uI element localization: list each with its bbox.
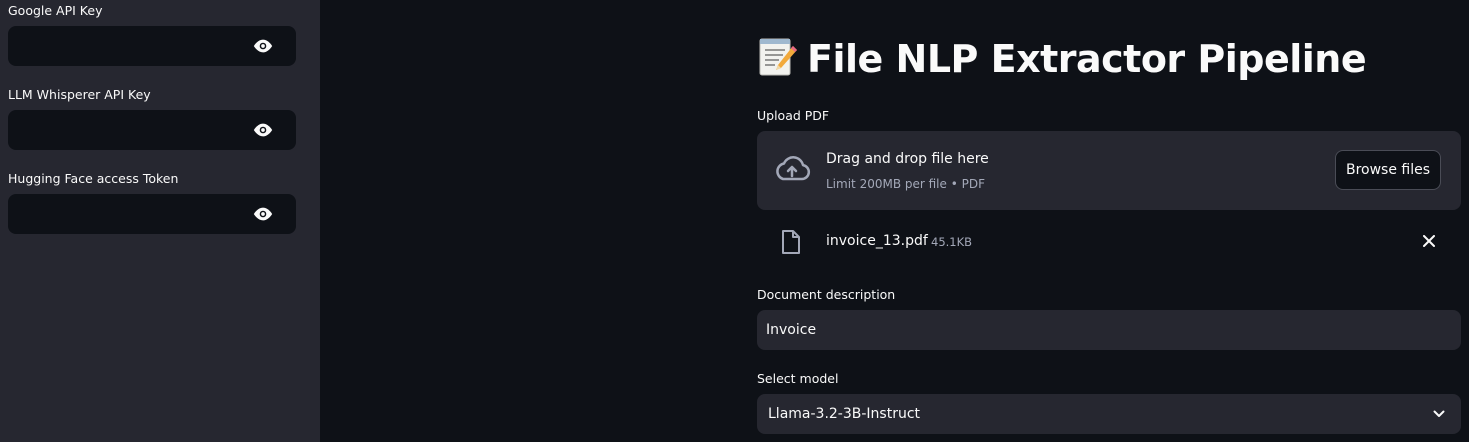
dropzone-subtitle: Limit 200MB per file • PDF bbox=[826, 177, 985, 191]
dropzone-title: Drag and drop file here bbox=[826, 151, 989, 167]
page-title-text: File NLP Extractor Pipeline bbox=[807, 37, 1367, 81]
page-title: File NLP Extractor Pipeline bbox=[757, 34, 1367, 81]
sidebar: Google API Key LLM Whisperer API Key Hug… bbox=[0, 0, 320, 442]
document-description-input[interactable] bbox=[757, 310, 1461, 350]
file-dropzone[interactable]: Drag and drop file here Limit 200MB per … bbox=[757, 131, 1461, 210]
eye-icon[interactable] bbox=[252, 206, 274, 222]
llm-whisperer-api-key-input[interactable] bbox=[8, 110, 296, 150]
close-icon[interactable] bbox=[1423, 235, 1435, 247]
uploaded-file-name: invoice_13.pdf bbox=[826, 233, 928, 249]
select-model-label: Select model bbox=[757, 371, 839, 386]
memo-icon bbox=[759, 38, 797, 76]
document-description-label: Document description bbox=[757, 287, 896, 302]
model-select[interactable]: Llama-3.2-3B-Instruct bbox=[757, 394, 1461, 434]
hugging-face-token-label: Hugging Face access Token bbox=[8, 171, 179, 186]
file-icon bbox=[782, 230, 800, 254]
chevron-down-icon bbox=[1433, 410, 1445, 417]
hugging-face-token-input[interactable] bbox=[8, 194, 296, 234]
eye-icon[interactable] bbox=[252, 38, 274, 54]
eye-icon[interactable] bbox=[252, 122, 274, 138]
google-api-key-input[interactable] bbox=[8, 26, 296, 66]
main-content: File NLP Extractor Pipeline Upload PDF D… bbox=[320, 0, 1469, 442]
model-select-value: Llama-3.2-3B-Instruct bbox=[768, 406, 921, 422]
browse-files-button[interactable]: Browse files bbox=[1335, 150, 1441, 190]
llm-whisperer-api-key-label: LLM Whisperer API Key bbox=[8, 87, 151, 102]
cloud-upload-icon bbox=[776, 156, 811, 181]
uploaded-file-row: invoice_13.pdf 45.1KB bbox=[757, 223, 1461, 259]
upload-pdf-label: Upload PDF bbox=[757, 108, 830, 123]
google-api-key-label: Google API Key bbox=[8, 3, 103, 18]
uploaded-file-size: 45.1KB bbox=[931, 235, 973, 249]
